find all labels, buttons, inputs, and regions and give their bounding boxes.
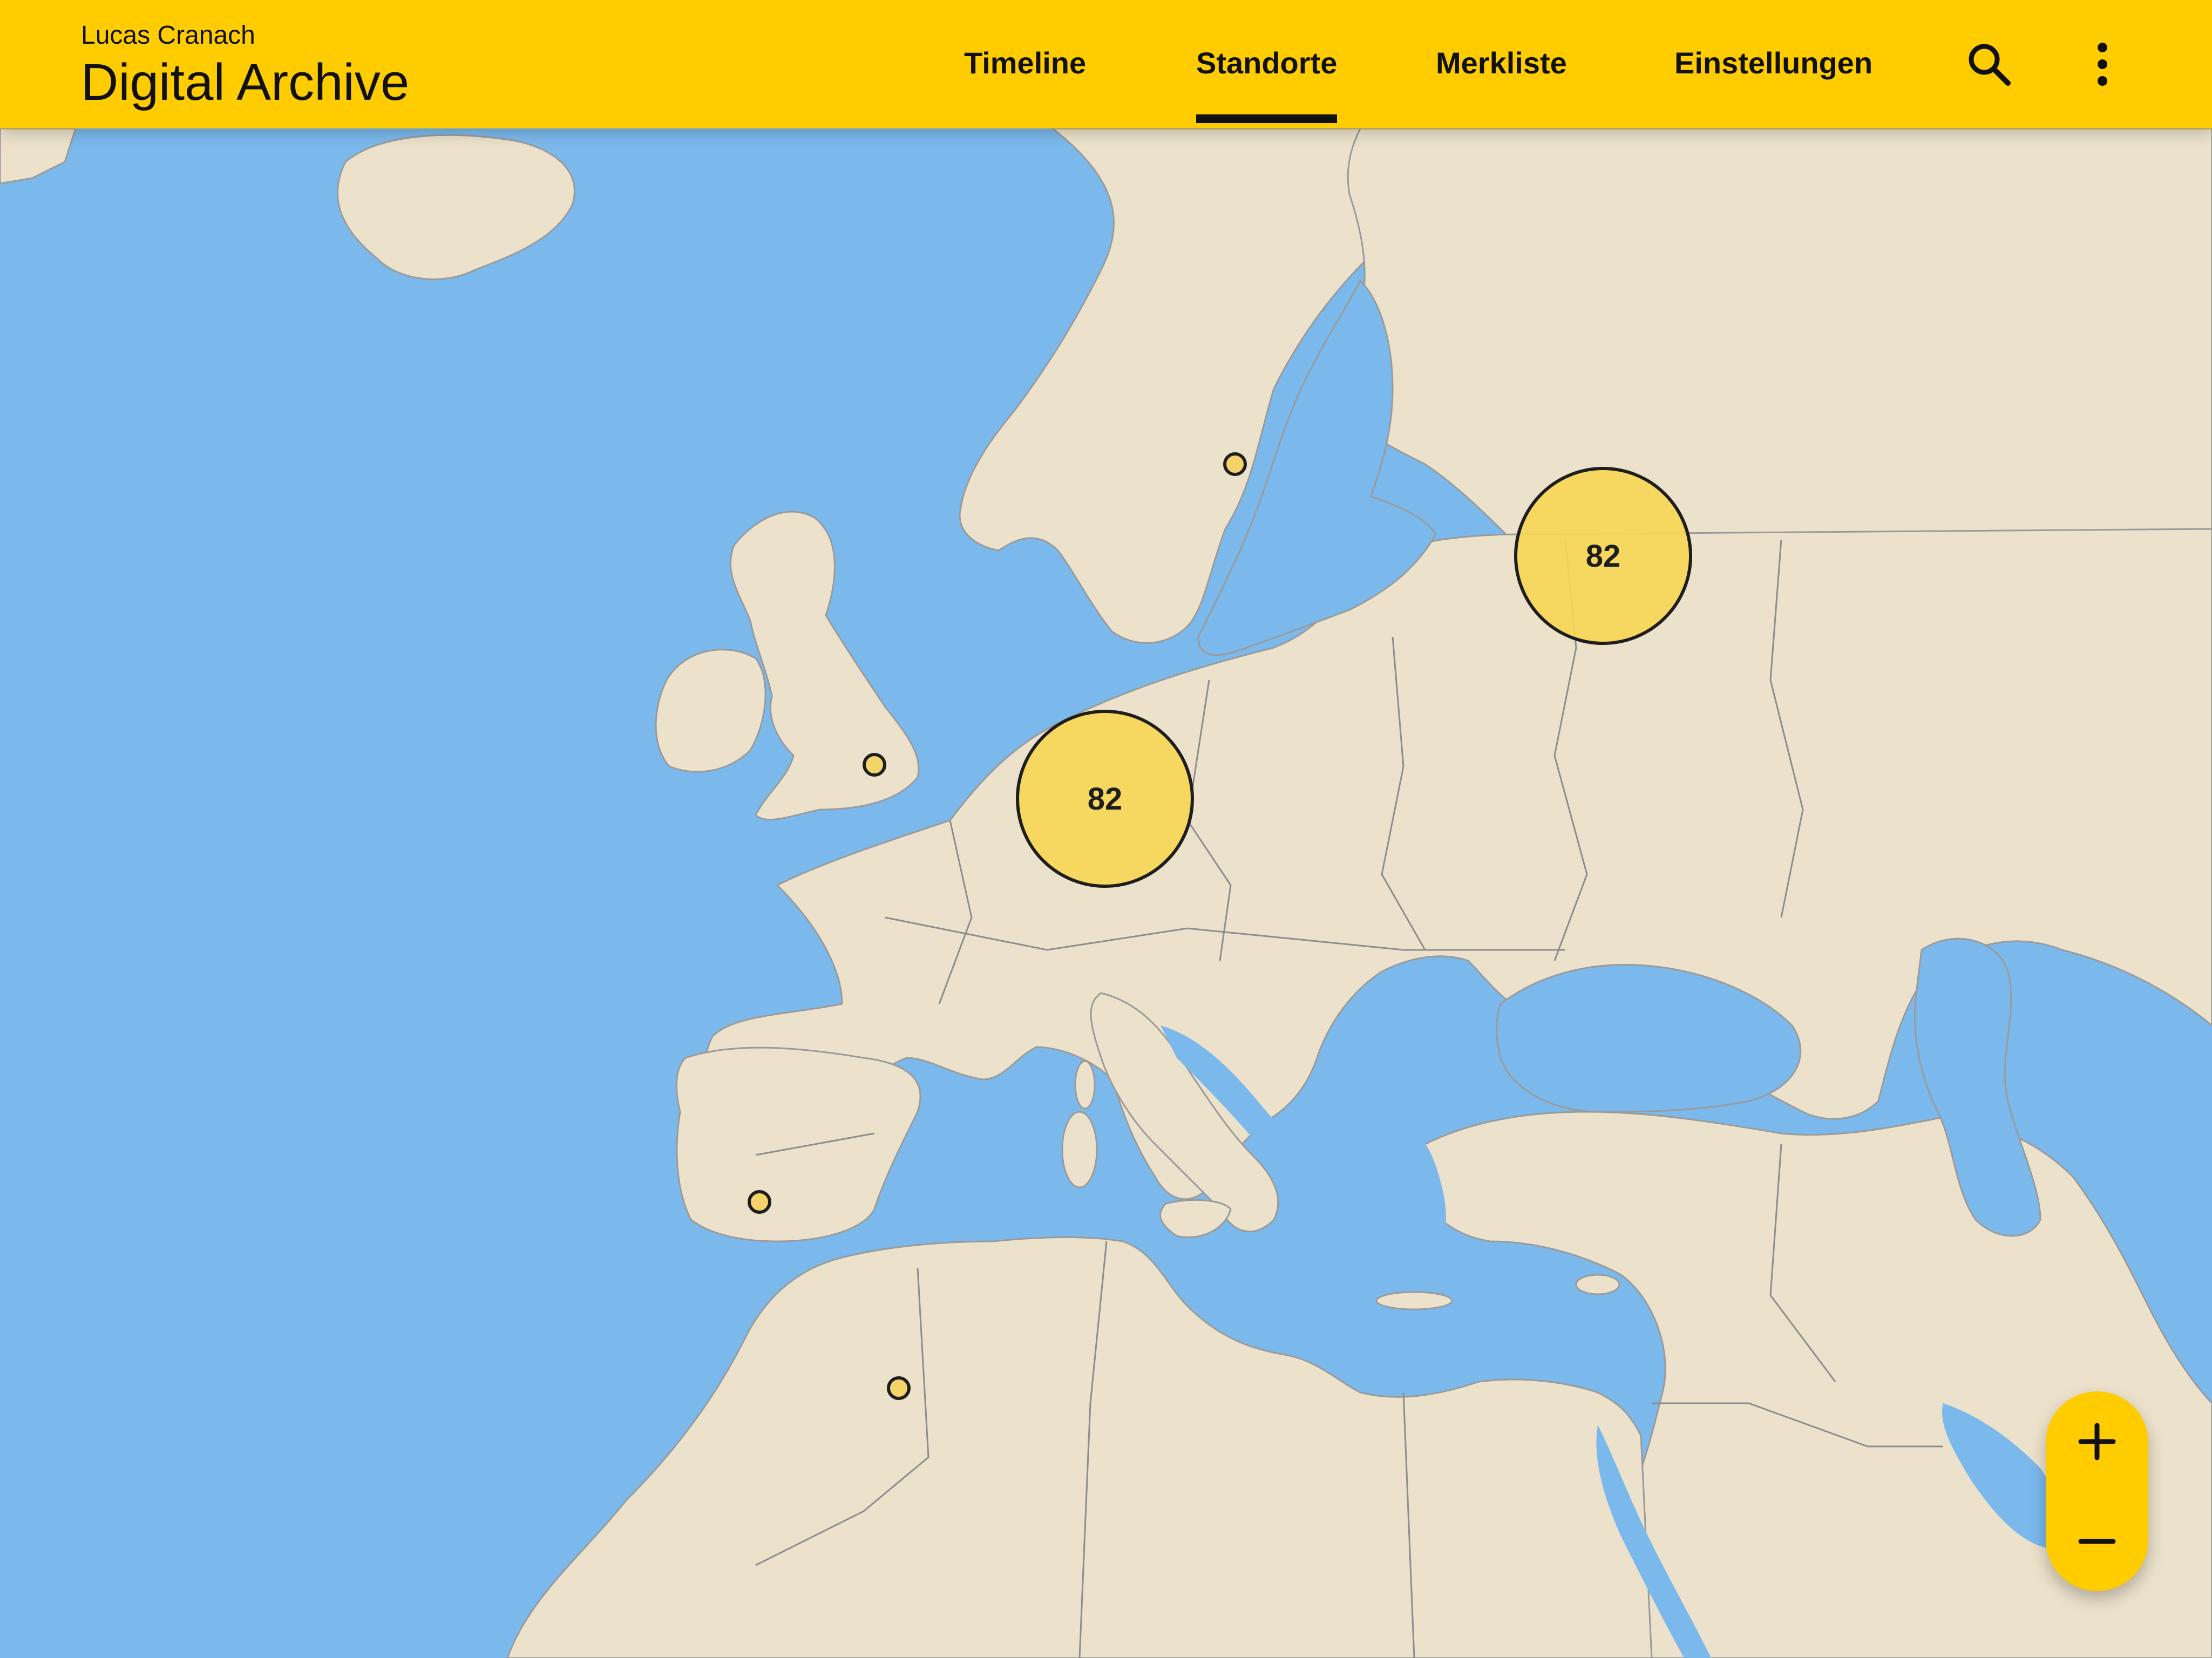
corsica-landmass (1074, 1060, 1096, 1110)
basemap (0, 128, 2212, 1658)
location-marker-stockholm[interactable] (1223, 452, 1247, 476)
plus-icon[interactable] (2046, 1391, 2148, 1491)
tab-einstellungen[interactable]: Einstellungen (1674, 45, 1872, 80)
map-canvas[interactable]: 82 82 (0, 128, 2212, 1658)
minus-icon[interactable] (2046, 1491, 2148, 1591)
tab-standorte[interactable]: Standorte (1196, 45, 1338, 123)
sardinia-landmass (1061, 1111, 1098, 1188)
app-header: Lucas Cranach Digital Archive Timeline S… (0, 0, 2212, 128)
location-marker-seville[interactable] (748, 1190, 771, 1214)
crete-landmass (1375, 1291, 1453, 1310)
location-marker-algeria[interactable] (887, 1376, 911, 1400)
more-vertical-icon[interactable] (2089, 40, 2116, 89)
zoom-control (2046, 1391, 2148, 1591)
cyprus-landmass (1575, 1274, 1620, 1295)
main-nav: Timeline Standorte Merkliste Einstellung… (0, 0, 2212, 128)
cluster-marker-germany[interactable]: 82 (1016, 710, 1194, 888)
search-icon[interactable] (1965, 40, 2013, 89)
finland-russia-landmass (1344, 128, 2212, 541)
cluster-marker-belarus[interactable]: 82 (1514, 467, 1692, 645)
tab-timeline[interactable]: Timeline (964, 45, 1086, 80)
tab-merkliste[interactable]: Merkliste (1436, 45, 1567, 80)
location-marker-london[interactable] (863, 753, 886, 777)
